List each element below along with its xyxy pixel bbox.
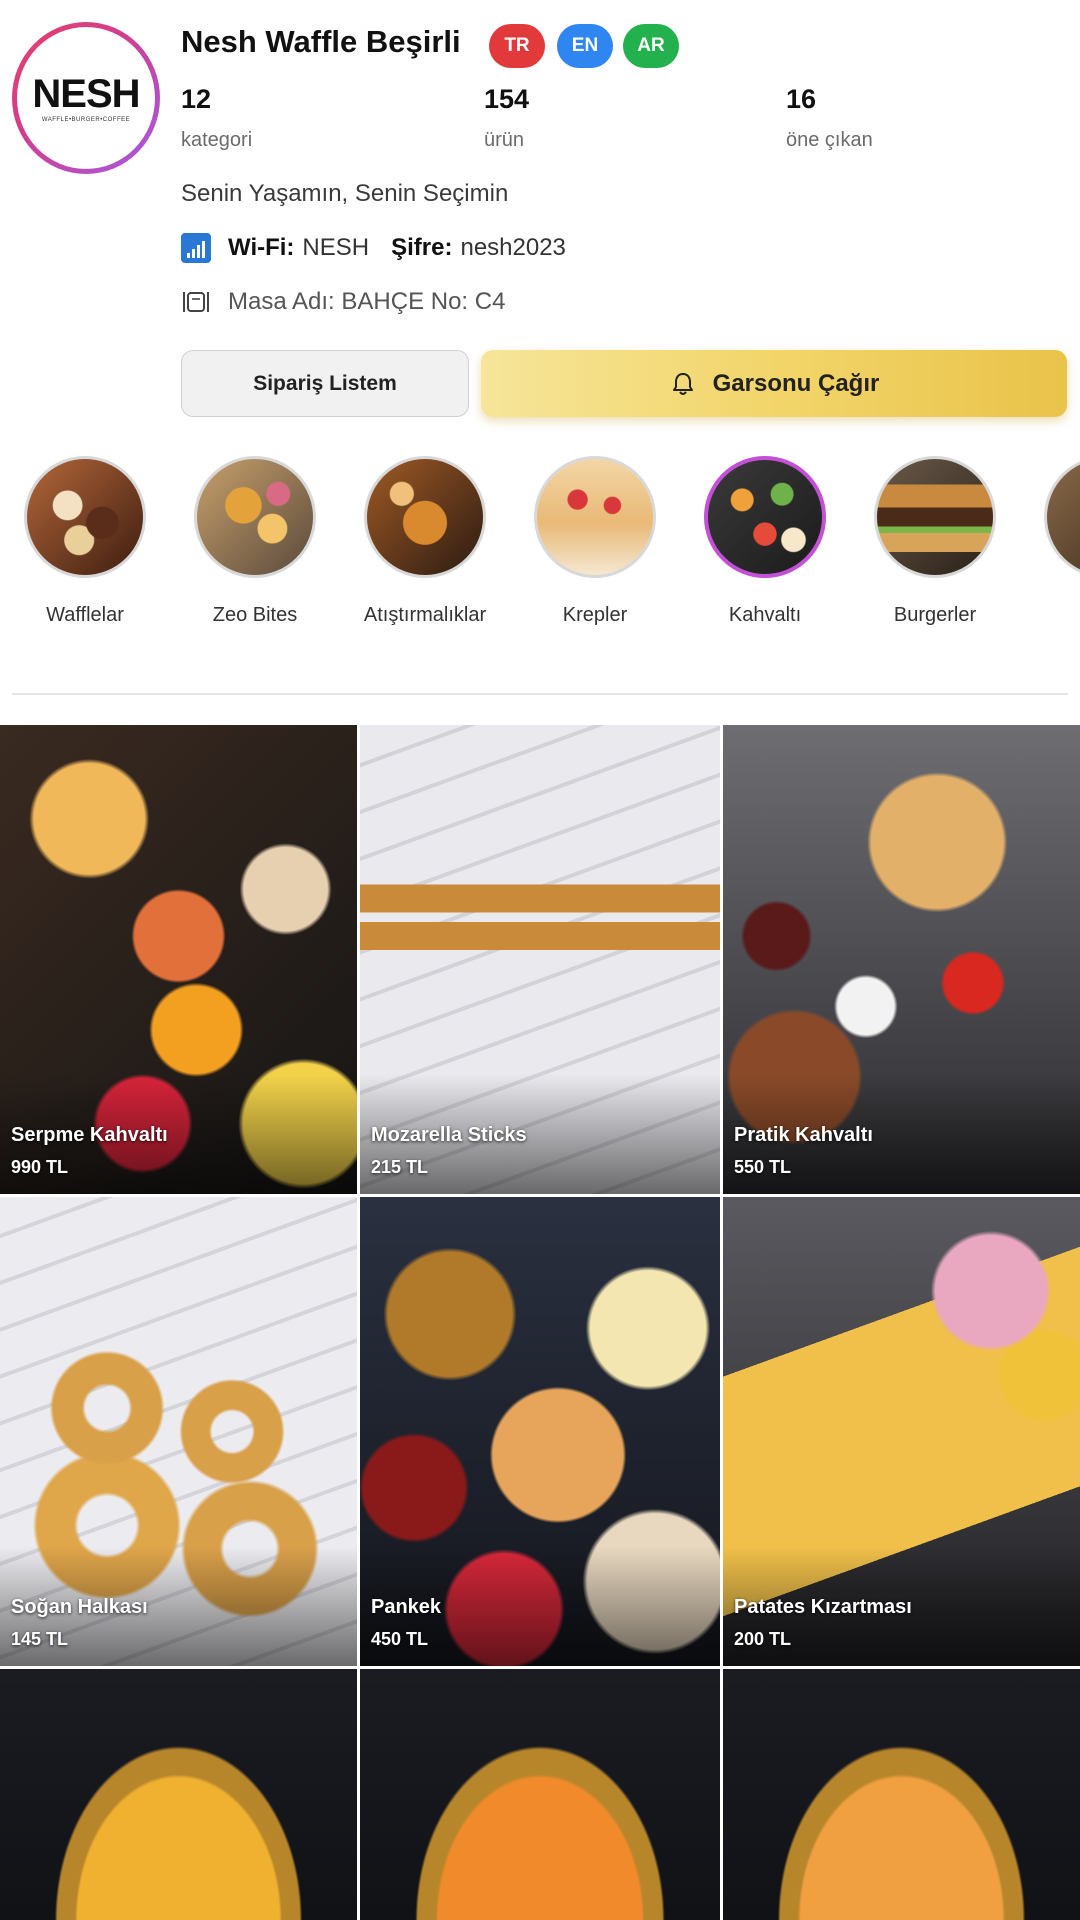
wifi-password: nesh2023	[460, 234, 566, 261]
bell-icon	[672, 372, 693, 395]
logo-wordmark: NESH	[32, 71, 140, 116]
product-tile-3[interactable]: Pratik Kahvaltı 550 TL	[723, 725, 1080, 1194]
category-thumbnail	[874, 456, 996, 578]
venue-logo: NESH WAFFLE•BURGER•COFFEE	[12, 22, 160, 174]
product-price: 450 TL	[371, 1629, 429, 1649]
section-divider	[12, 693, 1068, 695]
product-price: 550 TL	[734, 1157, 792, 1177]
category-krepler[interactable]: Krepler	[510, 456, 680, 627]
category-thumbnail	[24, 456, 146, 578]
table-service-icon	[183, 292, 209, 312]
category-label: Zeo Bites	[212, 604, 298, 626]
call-waiter-label: Garsonu Çağır	[712, 369, 880, 397]
stat-value: 154	[484, 84, 530, 114]
category-thumbnail	[534, 456, 656, 578]
stat-label: öne çıkan	[786, 129, 873, 151]
category-label: Cr	[1020, 604, 1080, 627]
product-price: 990 TL	[11, 1157, 69, 1177]
stat-value: 12	[181, 84, 212, 114]
product-tile-7[interactable]	[0, 1669, 357, 1920]
category-label: Kahvaltı	[728, 604, 802, 626]
product-tile-8[interactable]	[360, 1669, 720, 1920]
product-name: Patates Kızartması	[734, 1596, 912, 1618]
language-ar-button[interactable]: AR	[623, 24, 679, 68]
category-wafflelar[interactable]: Wafflelar	[0, 456, 170, 627]
stat-label: kategori	[181, 129, 253, 151]
product-tile-6[interactable]: Patates Kızartması 200 TL	[723, 1197, 1080, 1666]
category-cr[interactable]: Cr	[1020, 456, 1080, 627]
category-thumbnail	[364, 456, 486, 578]
venue-tagline: Senin Yaşamın, Senin Seçimin	[181, 180, 509, 207]
category-carousel[interactable]: Wafflelar Zeo Bites Atıştırmalıklar Krep…	[0, 456, 1080, 636]
product-tile-5[interactable]: Pankek 450 TL	[360, 1197, 720, 1666]
stat-categories: 12 kategori	[181, 84, 252, 152]
product-tile-1[interactable]: Serpme Kahvaltı 990 TL	[0, 725, 357, 1194]
language-tr-button[interactable]: TR	[489, 24, 545, 68]
category-thumbnail	[704, 456, 826, 578]
wifi-info: Wi-Fi: NESH Şifre: nesh2023	[181, 232, 566, 264]
wifi-ssid: NESH	[302, 234, 370, 261]
venue-name: Nesh Waffle Beşirli	[181, 24, 461, 59]
product-tile-4[interactable]: Soğan Halkası 145 TL	[0, 1197, 357, 1666]
product-name: Pankek	[371, 1596, 442, 1618]
product-tile-9[interactable]	[723, 1669, 1080, 1920]
product-name: Pratik Kahvaltı	[734, 1124, 873, 1146]
category-label: Krepler	[562, 604, 628, 626]
product-tile-2[interactable]: Mozarella Sticks 215 TL	[360, 725, 720, 1194]
stat-featured: 16 öne çıkan	[786, 84, 873, 152]
category-atistirmaliklar[interactable]: Atıştırmalıklar	[340, 456, 510, 627]
stat-value: 16	[786, 84, 817, 114]
category-label: Wafflelar	[46, 604, 124, 626]
wifi-icon	[181, 233, 211, 263]
product-name: Mozarella Sticks	[371, 1124, 527, 1146]
product-price: 200 TL	[734, 1629, 792, 1649]
order-list-button[interactable]: Sipariş Listem	[181, 350, 469, 417]
category-zeo-bites[interactable]: Zeo Bites	[170, 456, 340, 627]
category-label: Atıştırmalıklar	[363, 604, 487, 626]
order-list-label: Sipariş Listem	[253, 371, 397, 395]
category-thumbnail	[1044, 456, 1080, 578]
stat-label: ürün	[484, 129, 525, 151]
product-name: Serpme Kahvaltı	[11, 1124, 168, 1146]
category-label: Burgerler	[893, 604, 977, 626]
category-thumbnail	[194, 456, 316, 578]
call-waiter-button[interactable]: Garsonu Çağır	[481, 350, 1067, 417]
stat-products: 154 ürün	[484, 84, 529, 152]
product-price: 215 TL	[371, 1157, 429, 1177]
wifi-password-label: Şifre:	[391, 234, 453, 261]
table-info: Masa Adı: BAHÇE No: C4	[181, 286, 505, 318]
venue-header: NESH WAFFLE•BURGER•COFFEE Nesh Waffle Be…	[0, 0, 1080, 340]
category-burgerler[interactable]: Burgerler	[850, 456, 1020, 627]
product-name: Soğan Halkası	[11, 1596, 148, 1618]
wifi-ssid-label: Wi-Fi:	[228, 234, 295, 261]
language-en-button[interactable]: EN	[557, 24, 613, 68]
logo-subtitle: WAFFLE•BURGER•COFFEE	[41, 116, 131, 123]
product-price: 145 TL	[11, 1629, 69, 1649]
category-kahvalti[interactable]: Kahvaltı	[680, 456, 850, 627]
table-name: Masa Adı: BAHÇE No: C4	[228, 288, 506, 315]
